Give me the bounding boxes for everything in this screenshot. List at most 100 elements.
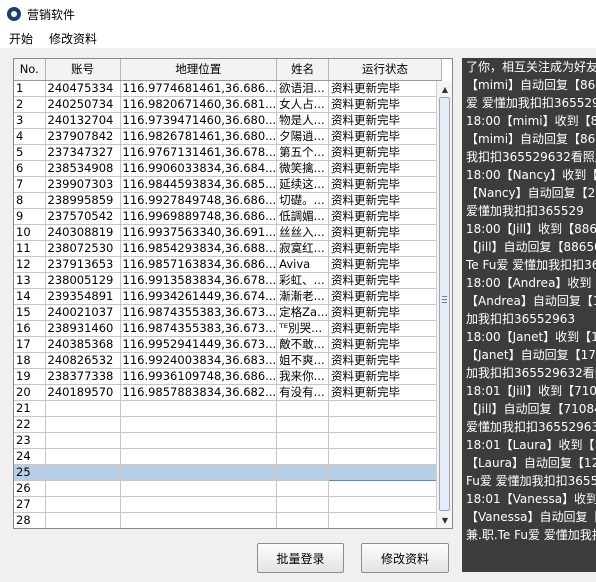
table-row[interactable]: 20 240189570 116.9857883834,36.682... 有没有..… [14, 384, 443, 401]
cell-no[interactable]: 4 [14, 128, 46, 145]
cell-no[interactable]: 8 [14, 192, 46, 209]
cell-name[interactable] [276, 464, 330, 481]
cell-account[interactable]: 240385368 [45, 336, 121, 353]
cell-account[interactable]: 238377338 [45, 368, 121, 385]
cell-status[interactable]: 资料更新完毕 [328, 128, 443, 145]
cell-status[interactable] [328, 463, 443, 481]
cell-name[interactable]: 微笑擒... [276, 160, 330, 177]
table-row[interactable]: 26 [14, 480, 443, 497]
scroll-up-arrow-icon[interactable]: ▲ [438, 82, 452, 96]
cell-location[interactable]: 116.9857883834,36.682... [120, 384, 278, 401]
cell-account[interactable]: 238931460 [45, 320, 121, 337]
table-row[interactable]: 19 238377338 116.9936109748,36.686... 我来你..… [14, 368, 443, 385]
table-row[interactable]: 24 [14, 448, 443, 465]
log-panel[interactable]: 17:59【mimi】收到【8了你，相互关注成为好友【mimi】自动回复【864… [462, 58, 596, 572]
cell-location[interactable] [120, 400, 278, 417]
cell-status[interactable] [328, 480, 443, 497]
cell-account[interactable]: 237347327 [45, 144, 121, 161]
cell-status[interactable]: 资料更新完毕 [328, 144, 443, 161]
cell-account[interactable] [45, 432, 121, 449]
batch-login-button[interactable]: 批量登录 [257, 543, 344, 573]
cell-location[interactable]: 116.9826781461,36.680... [120, 128, 278, 145]
cell-no[interactable]: 3 [14, 112, 46, 129]
cell-status[interactable] [328, 432, 443, 449]
cell-no[interactable]: 19 [14, 368, 46, 385]
table-row[interactable]: 12 237913653 116.9857163834,36.686... Aviva… [14, 256, 443, 273]
cell-no[interactable]: 2 [14, 96, 46, 113]
cell-account[interactable]: 238005129 [45, 272, 121, 289]
cell-name[interactable] [276, 448, 330, 465]
cell-no[interactable]: 5 [14, 144, 46, 161]
cell-account[interactable]: 240475334 [45, 80, 121, 97]
cell-no[interactable]: 12 [14, 256, 46, 273]
cell-name[interactable]: 彩虹、... [276, 272, 330, 289]
cell-status[interactable]: 资料更新完毕 [328, 352, 443, 369]
cell-location[interactable]: 116.9774681461,36.686... [120, 80, 278, 97]
cell-name[interactable]: 低調媚... [276, 208, 330, 225]
cell-account[interactable] [45, 464, 121, 481]
table-row[interactable]: 17 240385368 116.9952941449,36.673... 敵不敢..… [14, 336, 443, 353]
cell-location[interactable]: 116.9913583834,36.678... [120, 272, 278, 289]
cell-name[interactable]: 物是人... [276, 112, 330, 129]
cell-account[interactable]: 239354891 [45, 288, 121, 305]
table-row[interactable]: 1 240475334 116.9774681461,36.686... 欲语泪...… [14, 80, 443, 97]
column-header-no[interactable]: No. [14, 59, 46, 81]
cell-name[interactable] [276, 480, 330, 497]
cell-account[interactable] [45, 448, 121, 465]
cell-location[interactable]: 116.9739471460,36.680... [120, 112, 278, 129]
cell-account[interactable]: 238072530 [45, 240, 121, 257]
cell-status[interactable]: 资料更新完毕 [328, 256, 443, 273]
cell-status[interactable] [328, 416, 443, 433]
cell-no[interactable]: 27 [14, 496, 46, 513]
table-row[interactable]: 14 239354891 116.9934261449,36.674... 漸漸老..… [14, 288, 443, 305]
cell-name[interactable]: 女人占... [276, 96, 330, 113]
cell-account[interactable]: 238534908 [45, 160, 121, 177]
menu-start[interactable]: 开始 [0, 30, 40, 47]
cell-no[interactable]: 22 [14, 416, 46, 433]
table-row[interactable]: 5 237347327 116.9767131461,36.678... 第五个...… [14, 144, 443, 161]
cell-name[interactable] [276, 496, 330, 513]
cell-no[interactable]: 21 [14, 400, 46, 417]
cell-status[interactable] [328, 512, 443, 528]
cell-no[interactable]: 11 [14, 240, 46, 257]
cell-location[interactable]: 116.9874355383,36.673... [120, 304, 278, 321]
cell-no[interactable]: 26 [14, 480, 46, 497]
cell-location[interactable]: 116.9952941449,36.673... [120, 336, 278, 353]
cell-account[interactable] [45, 416, 121, 433]
cell-name[interactable]: 定格Za... [276, 304, 330, 321]
cell-name[interactable]: 姐不爽... [276, 352, 330, 369]
table-row[interactable]: 2 240250734 116.9820671460,36.681... 女人占...… [14, 96, 443, 113]
cell-name[interactable] [276, 512, 330, 528]
cell-status[interactable]: 资料更新完毕 [328, 288, 443, 305]
table-row[interactable]: 6 238534908 116.9906033834,36.684... 微笑擒...… [14, 160, 443, 177]
column-header-location[interactable]: 地理位置 [120, 59, 278, 81]
cell-name[interactable]: 漸漸老... [276, 288, 330, 305]
column-header-status[interactable]: 运行状态 [328, 59, 443, 81]
cell-location[interactable]: 116.9934261449,36.674... [120, 288, 278, 305]
cell-no[interactable]: 14 [14, 288, 46, 305]
table-row[interactable]: 10 240308819 116.9937563340,36.691... 丝丝入..… [14, 224, 443, 241]
cell-no[interactable]: 13 [14, 272, 46, 289]
cell-status[interactable]: 资料更新完毕 [328, 336, 443, 353]
edit-profile-button[interactable]: 修改资料 [361, 543, 449, 573]
cell-name[interactable] [276, 400, 330, 417]
cell-name[interactable]: 夕陽逍... [276, 128, 330, 145]
cell-location[interactable]: 116.9924003834,36.683... [120, 352, 278, 369]
cell-location[interactable] [120, 448, 278, 465]
cell-name[interactable]: 丝丝入... [276, 224, 330, 241]
cell-name[interactable]: 欲语泪... [276, 80, 330, 97]
cell-account[interactable]: 240308819 [45, 224, 121, 241]
table-row[interactable]: 4 237907842 116.9826781461,36.680... 夕陽逍...… [14, 128, 443, 145]
cell-no[interactable]: 6 [14, 160, 46, 177]
cell-account[interactable] [45, 400, 121, 417]
cell-status[interactable]: 资料更新完毕 [328, 112, 443, 129]
cell-location[interactable]: 116.9857163834,36.686... [120, 256, 278, 273]
cell-account[interactable]: 240250734 [45, 96, 121, 113]
cell-name[interactable]: 延续这... [276, 176, 330, 193]
cell-location[interactable] [120, 496, 278, 513]
cell-account[interactable]: 240021037 [45, 304, 121, 321]
cell-no[interactable]: 10 [14, 224, 46, 241]
cell-no[interactable]: 23 [14, 432, 46, 449]
table-row[interactable]: 3 240132704 116.9739471460,36.680... 物是人...… [14, 112, 443, 129]
table-row[interactable]: 22 [14, 416, 443, 433]
